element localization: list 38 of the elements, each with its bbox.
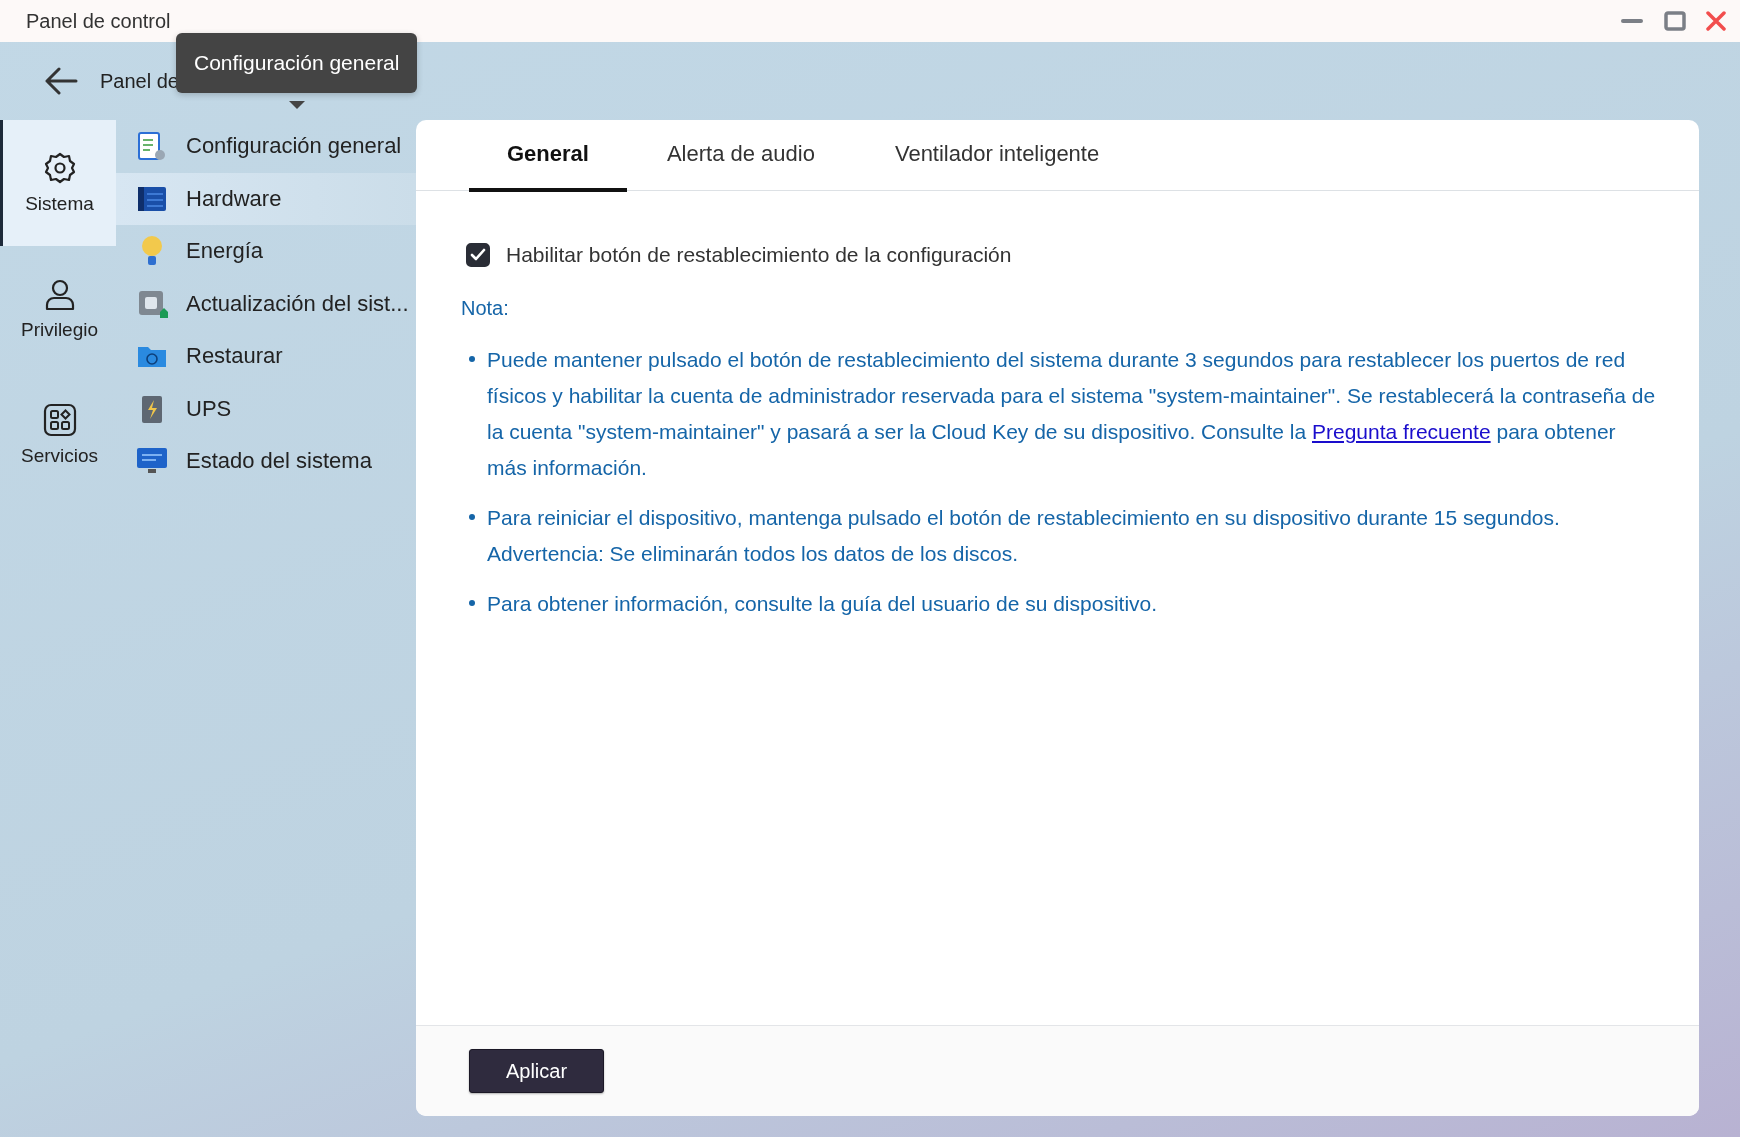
note-title: Nota: bbox=[461, 297, 510, 320]
tab[interactable]: Alerta de audio bbox=[626, 120, 855, 192]
nav-item[interactable]: UPS bbox=[116, 382, 416, 435]
clipboard-icon bbox=[137, 130, 167, 163]
nav-item[interactable]: Estado del sistema bbox=[116, 435, 416, 488]
apply-button[interactable]: Aplicar bbox=[469, 1049, 604, 1093]
bullet-icon bbox=[469, 514, 475, 520]
battery-icon bbox=[140, 393, 164, 424]
minimize-icon[interactable] bbox=[1620, 18, 1644, 24]
back-arrow-icon[interactable] bbox=[44, 67, 78, 95]
faq-link[interactable]: Pregunta frecuente bbox=[1312, 420, 1491, 443]
window-title: Panel de control bbox=[26, 9, 172, 33]
sidebar-tab[interactable]: Servicios bbox=[0, 372, 116, 498]
note-text: Para reiniciar el dispositivo, mantenga pulsado el botón de restablecimiento en su dispositivo durante 15 segundos. Advertencia: Se eliminarán todos los datos de los discos. bbox=[487, 505, 1561, 567]
maximize-icon[interactable] bbox=[1664, 11, 1686, 31]
server-icon bbox=[137, 184, 167, 213]
nav-item[interactable]: Energía bbox=[116, 225, 416, 278]
sidebar-tab[interactable]: Sistema bbox=[0, 120, 116, 246]
checkmark-icon bbox=[470, 248, 486, 262]
bullet-icon bbox=[469, 600, 475, 606]
tab[interactable]: Ventilador inteligente bbox=[854, 120, 1140, 192]
tab[interactable]: General bbox=[469, 120, 627, 192]
tooltip-pointer bbox=[289, 101, 305, 109]
lightbulb-icon bbox=[141, 235, 163, 268]
checkbox-label: Habilitar botón de restablecimiento de la configuración bbox=[506, 243, 1012, 267]
nav-item[interactable]: Hardware bbox=[116, 172, 416, 225]
nav-item[interactable]: Configuración general bbox=[116, 120, 416, 173]
bullet-icon bbox=[469, 356, 475, 362]
nav-item[interactable]: Actualización del sist... bbox=[116, 277, 416, 330]
settings-icon bbox=[42, 151, 77, 185]
note-text: Para obtener información, consulte la guía del usuario de su dispositivo. bbox=[487, 591, 1159, 617]
close-icon[interactable] bbox=[1706, 11, 1726, 31]
apps-icon bbox=[42, 403, 77, 437]
sidebar-tab[interactable]: Privilegio bbox=[0, 246, 116, 372]
nav-item[interactable]: Restaurar bbox=[116, 330, 416, 383]
tooltip: Configuración general bbox=[176, 33, 418, 93]
note-text: Puede mantener pulsado el botón de restablecimiento del sistema durante 3 segundos para restablecer los puertos de red físicos y habilitar la cuenta de administrador reservada para el sistema "system-maintainer". Se restablecerá la contraseña de la cuenta "system-maintainer" y pasará a ser la Cloud Key de su dispositivo. Consulte la Pregunta frecuente para obtener más información. bbox=[487, 347, 1657, 481]
checkbox[interactable] bbox=[466, 243, 490, 267]
